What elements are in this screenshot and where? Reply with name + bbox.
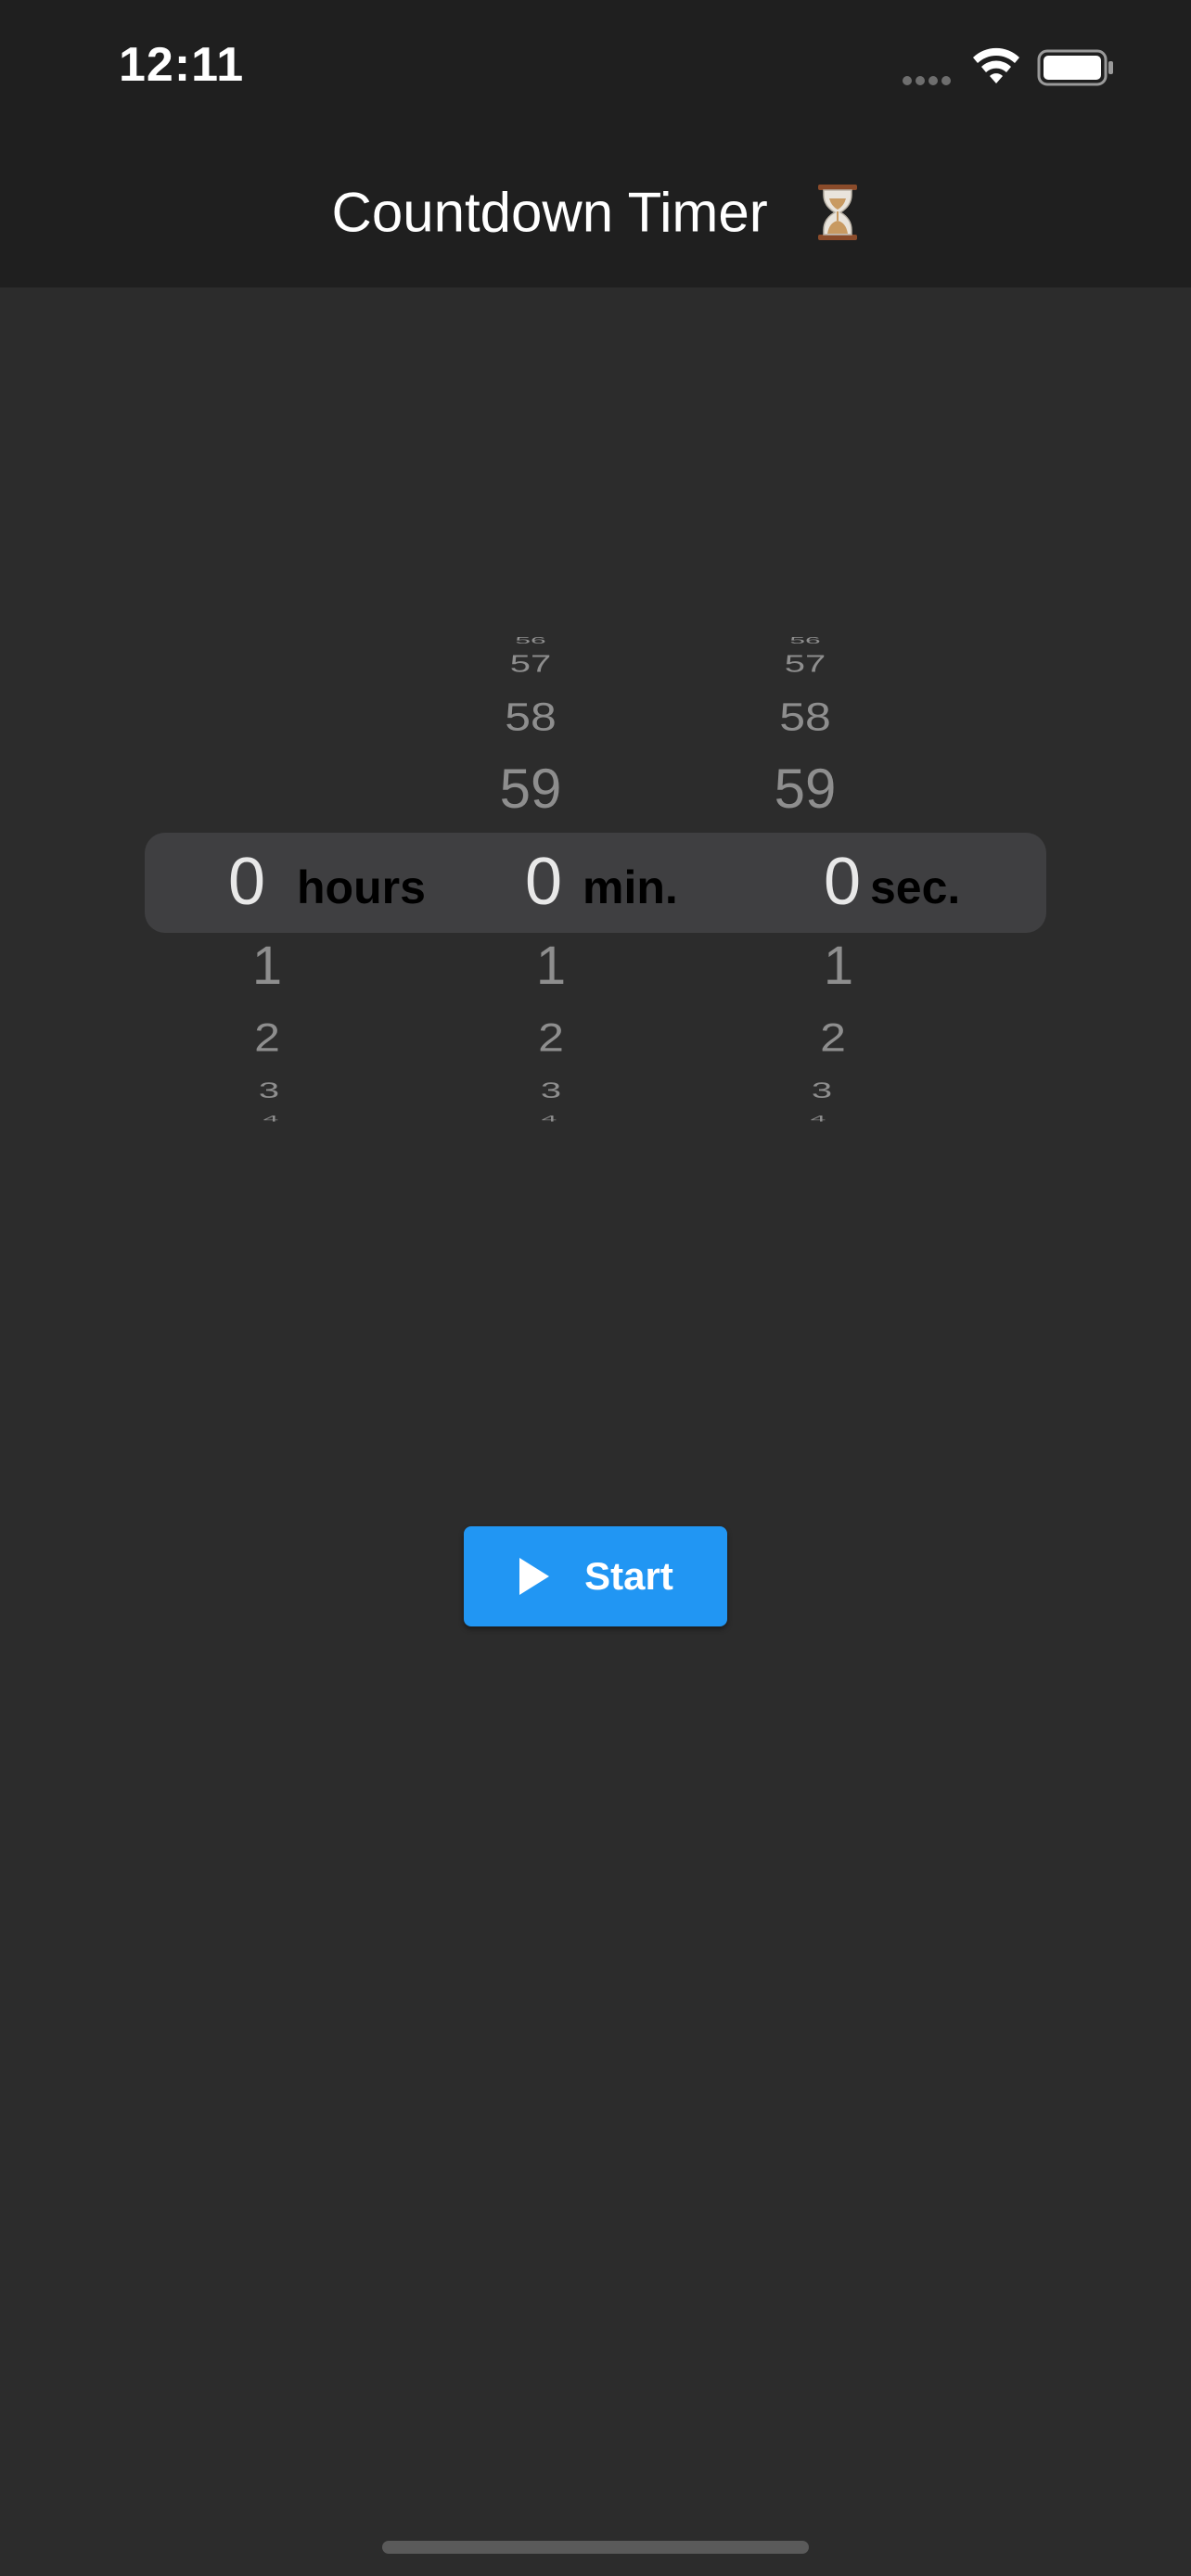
seconds-option-above[interactable]: 59 — [757, 757, 853, 821]
page-title: Countdown Timer — [0, 176, 1191, 245]
seconds-unit-label: sec. — [870, 861, 961, 913]
seconds-option-below[interactable]: 4 — [788, 1115, 848, 1124]
duration-picker[interactable]: 56 57 58 59 56 57 58 59 0 hours 0 min. 0… — [0, 612, 1191, 1131]
seconds-option-above[interactable]: 57 — [770, 651, 840, 678]
seconds-selected-value[interactable]: 0 — [824, 844, 861, 920]
seconds-option-above[interactable]: 56 — [775, 635, 835, 646]
hours-selected-value[interactable]: 0 — [228, 844, 265, 920]
minutes-option-below[interactable]: 2 — [514, 1014, 588, 1060]
hours-unit-label: hours — [297, 861, 426, 913]
minutes-option-above[interactable]: 57 — [495, 651, 566, 678]
minutes-option-above[interactable]: 56 — [501, 635, 560, 646]
home-indicator[interactable] — [382, 2541, 809, 2554]
app-screen: 12:11 Countdown Timer 56 57 58 59 56 57 … — [0, 0, 1191, 2576]
minutes-selected-value[interactable]: 0 — [525, 844, 562, 920]
app-bar: 12:11 Countdown Timer — [0, 0, 1191, 287]
seconds-option-below[interactable]: 3 — [787, 1078, 857, 1103]
minutes-option-above[interactable]: 59 — [482, 757, 579, 821]
minutes-option-above[interactable]: 58 — [488, 694, 573, 739]
seconds-option-below[interactable]: 1 — [801, 935, 876, 997]
minutes-unit-label: min. — [583, 861, 678, 913]
seconds-option-below[interactable]: 2 — [796, 1014, 870, 1060]
cellular-signal-icon — [903, 73, 958, 85]
minutes-option-below[interactable]: 4 — [519, 1115, 579, 1124]
hours-option-below[interactable]: 4 — [241, 1115, 301, 1124]
hours-option-below[interactable]: 3 — [234, 1078, 304, 1103]
minutes-option-below[interactable]: 3 — [516, 1078, 586, 1103]
battery-icon — [1037, 49, 1113, 86]
wifi-icon — [973, 47, 1019, 83]
minutes-option-below[interactable]: 1 — [514, 935, 588, 997]
hours-option-below[interactable]: 1 — [230, 935, 304, 997]
start-button[interactable]: Start — [464, 1526, 727, 1626]
status-time: 12:11 — [119, 38, 245, 92]
start-button-label: Start — [584, 1554, 673, 1598]
hourglass-icon — [818, 185, 858, 241]
page-title-text: Countdown Timer — [331, 181, 768, 244]
hours-option-below[interactable]: 2 — [230, 1014, 304, 1060]
play-icon — [519, 1558, 550, 1595]
seconds-option-above[interactable]: 58 — [762, 694, 848, 739]
